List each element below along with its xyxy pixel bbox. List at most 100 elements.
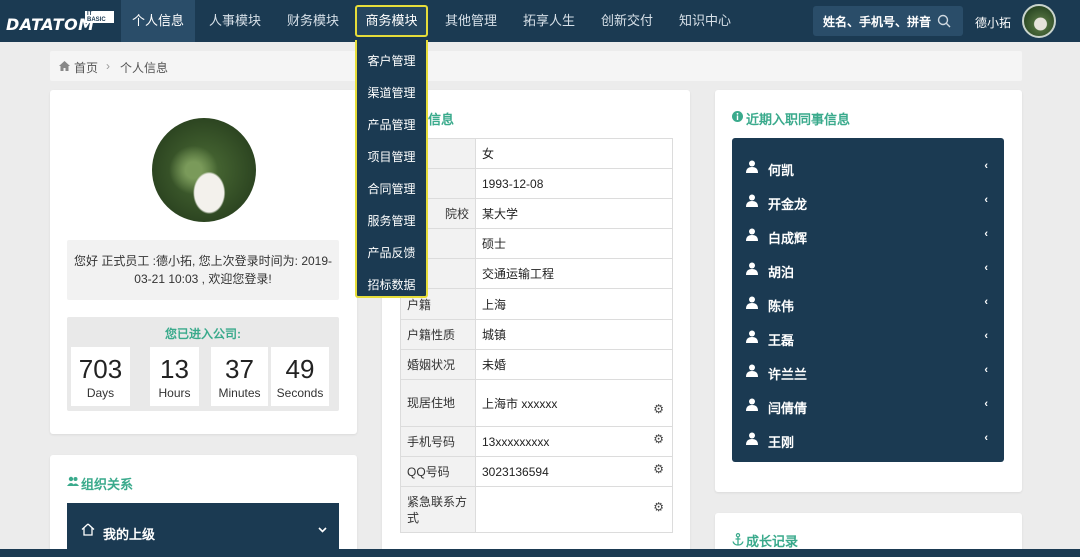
user-icon — [746, 228, 758, 244]
menu-item-product[interactable]: 产品管理 — [357, 116, 426, 133]
info-value: 某大学 — [475, 198, 673, 229]
gear-icon[interactable]: ⚙ — [653, 462, 664, 476]
profile-avatar — [152, 118, 256, 222]
info-row: 户籍性质 城镇 — [400, 319, 673, 350]
chevron-left-icon: ‹ — [984, 194, 988, 206]
counter-days: 703 Days — [71, 347, 130, 406]
info-key: 现居住地 — [400, 379, 476, 427]
menu-item-customer[interactable]: 客户管理 — [357, 52, 426, 69]
nav-life[interactable]: 拓享人生 — [513, 0, 585, 42]
colleague-item[interactable]: 陈伟 ‹ — [746, 294, 994, 314]
info-value: 上海市 xxxxxx — [482, 396, 558, 411]
colleague-list: 何凯 ‹ 开金龙 ‹ 白成辉 ‹ 胡泊 ‹ 陈伟 ‹ 王磊 ‹ 许兰兰 ‹ 闫倩倩 ‹ 王刚 ‹ — [732, 138, 1004, 462]
info-value: 硕士 — [475, 228, 673, 259]
nav-finance[interactable]: 财务模块 — [277, 0, 349, 42]
colleague-name: 闫倩倩 — [768, 401, 808, 416]
counter-value: 13 — [160, 354, 189, 384]
chevron-left-icon: ‹ — [984, 296, 988, 308]
colleague-item[interactable]: 胡泊 ‹ — [746, 260, 994, 280]
user-icon — [746, 432, 758, 448]
chevron-down-icon — [318, 527, 327, 533]
breadcrumb-current: 个人信息 — [120, 61, 169, 75]
menu-item-bidding[interactable]: 招标数据 — [357, 276, 426, 293]
home-icon — [81, 523, 95, 536]
logo[interactable]: DATATOM IT BASIC — [6, 8, 114, 34]
search-input[interactable]: 姓名、手机号、拼音 — [813, 6, 963, 36]
info-value: 3023136594 — [482, 464, 549, 479]
user-icon — [746, 330, 758, 346]
counter-title: 您已进入公司: — [165, 327, 241, 341]
info-card: 信息 女 1993-12-08 院校 某大学 硕士 交通运输工程 户籍 上海 户籍性… — [382, 90, 690, 557]
chevron-left-icon: ‹ — [984, 398, 988, 410]
info-row: 院校 某大学 — [400, 198, 673, 229]
gear-icon[interactable]: ⚙ — [653, 432, 664, 446]
home-icon — [59, 61, 70, 71]
menu-item-project[interactable]: 项目管理 — [357, 148, 426, 165]
counter-value: 49 — [285, 354, 315, 384]
colleague-item[interactable]: 闫倩倩 ‹ — [746, 396, 994, 416]
colleague-name: 王磊 — [768, 333, 795, 348]
info-row: 交通运输工程 — [400, 258, 673, 289]
nav-business[interactable]: 商务模块 — [355, 5, 428, 37]
colleague-item[interactable]: 白成辉 ‹ — [746, 226, 994, 246]
colleagues-title: 近期入职同事信息 — [746, 112, 851, 127]
counter-unit: Days — [86, 386, 115, 400]
nav-hr[interactable]: 人事模块 — [199, 0, 271, 42]
business-dropdown: 客户管理 渠道管理 产品管理 项目管理 合同管理 服务管理 产品反馈 招标数据 — [355, 40, 428, 298]
chevron-left-icon: ‹ — [984, 262, 988, 274]
colleague-item[interactable]: 许兰兰 ‹ — [746, 362, 994, 382]
info-key: 婚姻状况 — [400, 349, 476, 380]
avatar[interactable] — [1022, 4, 1056, 38]
gear-icon[interactable]: ⚙ — [653, 402, 664, 416]
nav-other[interactable]: 其他管理 — [435, 0, 507, 42]
chevron-left-icon: ‹ — [984, 432, 988, 444]
user-name[interactable]: 德小拓 — [975, 14, 1011, 31]
menu-item-service[interactable]: 服务管理 — [357, 212, 426, 229]
counter-unit: Hours — [158, 386, 191, 400]
colleague-item[interactable]: 开金龙 ‹ — [746, 192, 994, 212]
info-row: QQ号码 3023136594 ⚙ — [400, 456, 673, 487]
breadcrumb-home[interactable]: 首页 — [74, 59, 98, 76]
menu-item-feedback[interactable]: 产品反馈 — [357, 244, 426, 261]
colleague-name: 开金龙 — [768, 197, 808, 212]
colleague-name: 何凯 — [768, 163, 795, 178]
colleague-item[interactable]: 何凯 ‹ — [746, 158, 994, 178]
logo-sub: IT BASIC — [85, 11, 114, 23]
nav-knowledge[interactable]: 知识中心 — [669, 0, 741, 42]
users-icon — [67, 476, 79, 486]
colleague-item[interactable]: 王磊 ‹ — [746, 328, 994, 348]
superior-accordion[interactable]: 我的上级 — [67, 503, 339, 553]
info-icon — [732, 111, 743, 122]
info-row: 婚姻状况 未婚 — [400, 349, 673, 380]
info-value: 13xxxxxxxxx — [482, 434, 550, 449]
user-icon — [746, 398, 758, 414]
info-value: 女 — [475, 138, 673, 169]
tenure-counter: 您已进入公司: 703 Days 13 Hours 37 Minutes 49 … — [67, 317, 339, 411]
counter-minutes: 37 Minutes — [211, 347, 268, 406]
nav-delivery[interactable]: 创新交付 — [591, 0, 663, 42]
colleague-item[interactable]: 王刚 ‹ — [746, 430, 994, 450]
info-row: 紧急联系方式 ⚙ — [400, 486, 673, 533]
breadcrumb: 首页 › 个人信息 — [50, 51, 1022, 81]
info-row: 现居住地 上海市 xxxxxx ⚙ — [400, 379, 673, 427]
info-value: 未婚 — [475, 349, 673, 380]
welcome-message: 您好 正式员工 :德小拓, 您上次登录时间为: 2019-03-21 10:03… — [67, 240, 339, 300]
nav-personal-info[interactable]: 个人信息 — [121, 0, 195, 42]
profile-card: 您好 正式员工 :德小拓, 您上次登录时间为: 2019-03-21 10:03… — [50, 90, 357, 434]
info-row: 女 — [400, 138, 673, 169]
anchor-icon — [732, 533, 744, 546]
menu-item-contract[interactable]: 合同管理 — [357, 180, 426, 197]
colleague-name: 许兰兰 — [768, 367, 808, 382]
search-icon[interactable] — [937, 14, 951, 28]
info-row: 户籍 上海 — [400, 288, 673, 320]
info-row: 手机号码 13xxxxxxxxx ⚙ — [400, 426, 673, 457]
info-key: 紧急联系方式 — [400, 486, 476, 533]
counter-hours: 13 Hours — [150, 347, 199, 406]
chevron-left-icon: ‹ — [984, 330, 988, 342]
info-value-cell: ⚙ — [475, 486, 673, 533]
menu-item-channel[interactable]: 渠道管理 — [357, 84, 426, 101]
user-icon — [746, 160, 758, 176]
user-icon — [746, 194, 758, 210]
counter-value: 37 — [225, 354, 254, 384]
gear-icon[interactable]: ⚙ — [653, 500, 664, 514]
